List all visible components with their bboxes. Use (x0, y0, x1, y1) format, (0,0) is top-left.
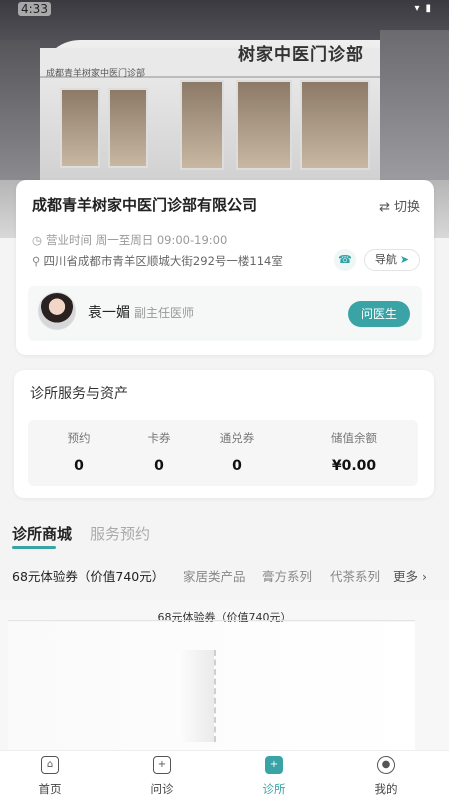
switch-label: 切换 (393, 200, 420, 215)
asset-value: ¥0.00 (331, 458, 377, 474)
more-categories-button[interactable]: 更多 › (393, 566, 427, 585)
asset-label: 预约 (67, 431, 91, 445)
bottom-nav-consult[interactable]: + 问诊 (132, 756, 192, 797)
storefront-sign-main: 树家中医门诊部 (238, 45, 364, 65)
call-button[interactable]: ☎ (334, 249, 356, 271)
location-pin-icon: ⚲ (32, 254, 41, 268)
doctor-row[interactable]: 袁一媚 副主任医师 问医生 (28, 286, 422, 341)
clinic-info-card: 成都青羊树家中医门诊部有限公司 ⇄ 切换 ◷ 营业时间 周一至周日 09:00-19… (16, 180, 434, 355)
asset-value: 0 (232, 458, 242, 474)
home-icon: ⌂ (41, 756, 59, 774)
product-section: 68元体验券（价值740元） (0, 600, 449, 750)
bottom-nav-home[interactable]: ⌂ 首页 (20, 756, 80, 797)
profile-icon: ● (377, 756, 395, 774)
navigate-arrow-icon: ➤ (399, 253, 410, 266)
storefront-window (300, 80, 370, 170)
navigate-label: 导航 (374, 253, 397, 266)
status-time: 4:33 (18, 2, 51, 16)
clinic-name: 成都青羊树家中医门诊部有限公司 (32, 196, 258, 214)
category-home-products[interactable]: 家居类产品 (183, 566, 246, 585)
storefront-window (180, 80, 224, 170)
hours-value: 周一至周日 09:00-19:00 (95, 233, 228, 247)
category-tea-series[interactable]: 代茶系列 (330, 566, 380, 585)
phone-icon: ☎ (338, 253, 352, 266)
doctor-avatar (38, 292, 76, 330)
navigate-button[interactable]: 导航 ➤ (364, 249, 420, 271)
asset-label: 通兑券 (219, 431, 255, 445)
bottom-nav-label: 问诊 (150, 782, 174, 796)
storefront-sign-small: 成都青羊树家中医门诊部 (46, 69, 146, 79)
consult-icon: + (153, 756, 171, 774)
ask-doctor-button[interactable]: 问医生 (348, 301, 410, 327)
asset-cards[interactable]: 卡券 0 (132, 430, 186, 474)
asset-label: 储值余额 (331, 431, 377, 445)
business-hours: ◷ 营业时间 周一至周日 09:00-19:00 (32, 232, 227, 248)
assets-title: 诊所服务与资产 (30, 386, 128, 402)
left-building (0, 40, 40, 180)
bottom-nav-label: 诊所 (262, 782, 286, 796)
active-tab-indicator (12, 546, 56, 549)
swap-icon: ⇄ (379, 200, 390, 215)
clock-icon: ◷ (32, 233, 43, 247)
address-text: 四川省成都市青羊区顺城大街292号一楼114室 (43, 254, 283, 268)
asset-value: 0 (74, 458, 84, 474)
asset-balance[interactable]: 储值余额 ¥0.00 (312, 430, 396, 474)
switch-clinic-button[interactable]: ⇄ 切换 (379, 196, 420, 215)
bottom-nav-label: 首页 (38, 782, 62, 796)
more-label: 更多 (393, 569, 419, 584)
storefront-window (60, 88, 100, 168)
bottom-nav-profile[interactable]: ● 我的 (356, 756, 416, 797)
assets-summary: 预约 0 卡券 0 通兑券 0 储值余额 ¥0.00 (28, 420, 418, 486)
category-paste-series[interactable]: 膏方系列 (262, 566, 312, 585)
tab-service-booking[interactable]: 服务预约 (90, 523, 150, 544)
tab-clinic-mall[interactable]: 诊所商城 (12, 523, 72, 544)
asset-label: 卡券 (147, 431, 171, 445)
hours-label: 营业时间 (46, 233, 93, 247)
bottom-tab-bar: ⌂ 首页 + 问诊 + 诊所 ● 我的 (0, 750, 449, 800)
right-building (380, 30, 449, 180)
asset-vouchers[interactable]: 通兑券 0 (204, 430, 270, 474)
doctor-title: 副主任医师 (134, 306, 195, 320)
category-experience-voucher[interactable]: 68元体验券（价值740元） (12, 566, 164, 585)
storefront-window (236, 80, 292, 170)
asset-appointments[interactable]: 预约 0 (52, 430, 106, 474)
clinic-icon: + (265, 756, 283, 774)
status-bar: 4:33 ▾▮ (0, 0, 449, 18)
bottom-nav-clinic[interactable]: + 诊所 (244, 756, 304, 797)
category-bar: 68元体验券（价值740元） 家居类产品 膏方系列 代茶系列 更多 › (0, 566, 449, 586)
product-image[interactable] (8, 622, 415, 750)
storefront-window (108, 88, 148, 168)
divider (8, 620, 415, 621)
chevron-right-icon: › (418, 569, 427, 584)
status-icons: ▾▮ (414, 3, 437, 14)
doctor-name: 袁一媚 (88, 305, 130, 321)
clinic-address: ⚲ 四川省成都市青羊区顺城大街292号一楼114室 (32, 253, 283, 269)
clinic-assets-card: 诊所服务与资产 预约 0 卡券 0 通兑券 0 储值余额 ¥0.00 (14, 370, 434, 498)
bottom-nav-label: 我的 (374, 782, 398, 796)
asset-value: 0 (154, 458, 164, 474)
product-image-block (178, 650, 216, 742)
